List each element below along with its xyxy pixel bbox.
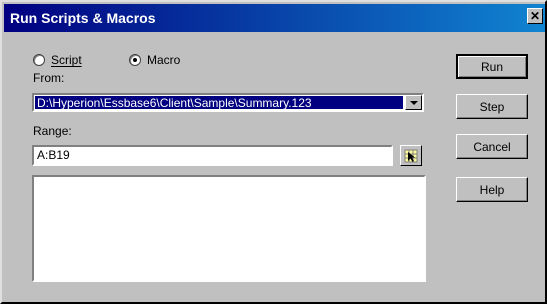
macro-radio[interactable]: Macro [129, 53, 180, 67]
range-input[interactable]: A:B19 [32, 145, 393, 166]
help-button[interactable]: Help [456, 177, 528, 202]
cancel-button[interactable]: Cancel [456, 134, 528, 159]
macro-radio-label: Macro [147, 53, 181, 67]
from-dropdown[interactable]: D:\Hyperion\Essbase6\Client\Sample\Summa… [32, 93, 424, 112]
range-label: Range: [33, 124, 72, 138]
range-picker-button[interactable] [400, 145, 422, 166]
title-bar: Run Scripts & Macros ✕ [4, 4, 545, 32]
script-output-area[interactable] [32, 175, 426, 282]
dialog-window: Run Scripts & Macros ✕ Script Macro From… [0, 0, 547, 304]
script-radio-circle[interactable] [33, 54, 45, 66]
step-button[interactable]: Step [456, 94, 528, 119]
run-button[interactable]: Run [456, 54, 528, 79]
chevron-down-icon[interactable] [405, 95, 422, 110]
from-label: From: [33, 71, 65, 85]
macro-radio-circle[interactable] [129, 54, 141, 66]
from-selected-value[interactable]: D:\Hyperion\Essbase6\Client\Sample\Summa… [35, 96, 403, 109]
close-button[interactable]: ✕ [527, 8, 543, 24]
close-icon: ✕ [529, 8, 541, 23]
range-input-value: A:B19 [37, 148, 70, 162]
range-picker-icon [404, 149, 418, 162]
script-radio[interactable]: Script [33, 53, 82, 67]
window-title: Run Scripts & Macros [10, 10, 156, 26]
script-radio-label: Script [51, 53, 82, 67]
